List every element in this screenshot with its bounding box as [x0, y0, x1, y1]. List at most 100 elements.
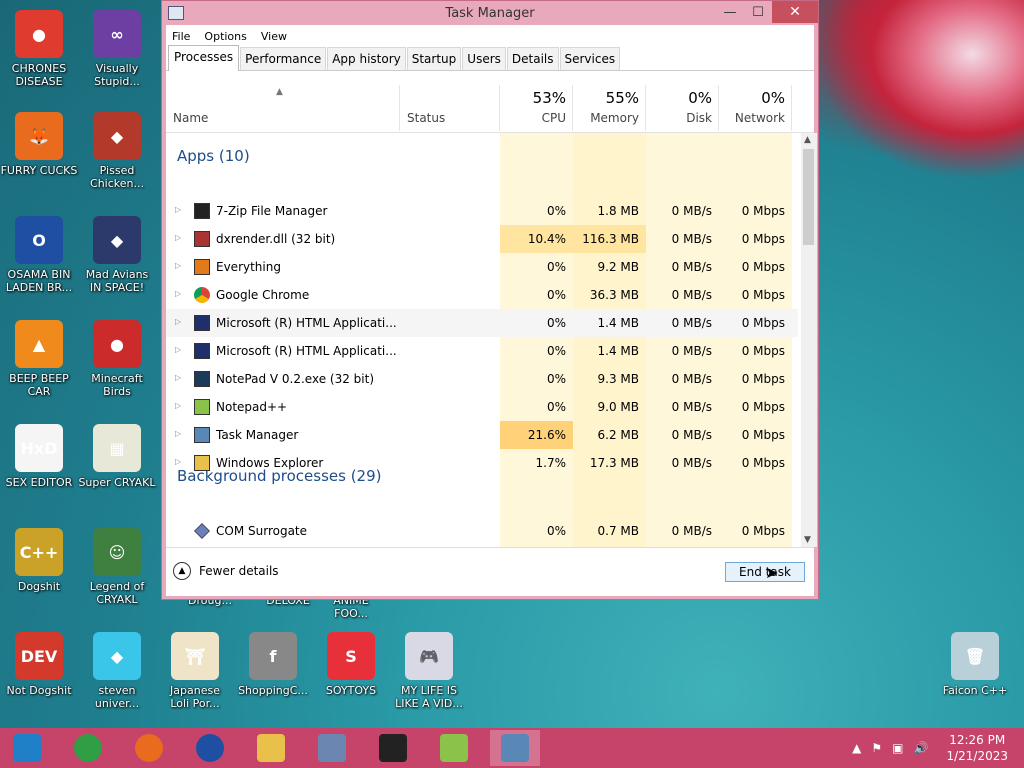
cell-disk: 0 MB/s	[671, 316, 712, 330]
minimize-button[interactable]: —	[716, 1, 744, 23]
taskbar-item-7z[interactable]	[368, 730, 418, 766]
cell-mem: 1.8 MB	[597, 204, 639, 218]
cell-cpu: 0%	[546, 316, 566, 330]
table-row[interactable]: ▷ 7-Zip File Manager 0% 1.8 MB 0 MB/s 0 Mbps	[166, 197, 798, 225]
column-disk[interactable]: 0% Disk	[646, 85, 719, 131]
chrome-icon	[194, 287, 210, 303]
table-row[interactable]: ▷ Notepad++ 0% 9.0 MB 0 MB/s 0 Mbps	[166, 393, 798, 421]
scroll-thumb[interactable]	[803, 149, 814, 245]
network-tray-icon[interactable]: ▣	[892, 741, 903, 755]
maximize-button[interactable]: ☐	[744, 1, 772, 23]
expand-icon[interactable]: ▷	[175, 261, 181, 270]
expand-icon[interactable]: ▷	[175, 317, 181, 326]
tab-performance[interactable]: Performance	[240, 47, 327, 70]
cell-net: 0 Mbps	[741, 400, 785, 414]
expand-icon[interactable]: ▷	[175, 345, 181, 354]
desktop-icon[interactable]: HxD SEX EDITOR	[0, 424, 78, 489]
desktop-icon[interactable]: DEV Not Dogshit	[0, 632, 78, 697]
desktop-icon[interactable]: ● Minecraft Birds	[78, 320, 156, 398]
menu-options[interactable]: Options	[198, 30, 254, 43]
table-row[interactable]: ▷ Google Chrome 0% 36.3 MB 0 MB/s 0 Mbps	[166, 281, 798, 309]
desktop-icon[interactable]: ∞ Visually Stupid...	[78, 10, 156, 88]
expand-icon[interactable]: ▷	[175, 233, 181, 242]
desktop-icon[interactable]: f ShoppingC...	[234, 632, 312, 697]
scroll-up-icon[interactable]: ▲	[804, 135, 811, 145]
tab-processes[interactable]: Processes	[168, 45, 240, 71]
column-name[interactable]: ▲ Name	[166, 85, 400, 131]
clock[interactable]: 12:26 PM 1/21/2023	[946, 732, 1008, 764]
cell-net: 0 Mbps	[741, 288, 785, 302]
expand-icon[interactable]: ▷	[175, 289, 181, 298]
desktop-icon[interactable]: ▲ BEEP BEEP CAR	[0, 320, 78, 398]
firefox-icon	[135, 734, 163, 762]
desktop-icon-label: Not Dogshit	[6, 684, 72, 697]
desktop-icon[interactable]: ▦ Super CRYAKL	[78, 424, 156, 489]
taskbar-item-folder[interactable]	[246, 730, 296, 766]
tab-details[interactable]: Details	[506, 47, 559, 70]
tab-app-history[interactable]: App history	[327, 47, 406, 70]
desktop-icon[interactable]: ◆ Mad Avians IN SPACE!	[78, 216, 156, 294]
column-memory[interactable]: 55% Memory	[573, 85, 646, 131]
taskbar-item-network[interactable]	[307, 730, 357, 766]
column-cpu[interactable]: 53% CPU	[500, 85, 573, 131]
desktop-icon[interactable]: 🦊 FURRY CUCKS	[0, 112, 78, 177]
table-row[interactable]: ▷ dxrender.dll (32 bit) 10.4% 116.3 MB 0 MB/…	[166, 225, 798, 253]
taskbar-item-chrome[interactable]	[63, 730, 113, 766]
desktop-icon[interactable]: C++ Dogshit	[0, 528, 78, 593]
desktop-icon[interactable]: ☺ Legend of CRYAKL	[78, 528, 156, 606]
window-icon	[194, 315, 210, 331]
menu-view[interactable]: View	[255, 30, 295, 43]
table-row[interactable]: ▷ Windows Explorer 1.7% 17.3 MB 0 MB/s 0 Mbps	[166, 449, 798, 477]
flag-icon[interactable]: ⚑	[871, 741, 882, 755]
group-apps[interactable]: Apps (10)	[177, 147, 250, 165]
expand-icon[interactable]: ▷	[175, 205, 181, 214]
taskbar-item-task-manager[interactable]	[490, 730, 540, 766]
desktop-icon[interactable]: 🎮 MY LIFE IS LIKE A VID...	[390, 632, 468, 710]
desktop-icon[interactable]: S SOYTOYS	[312, 632, 390, 697]
close-button[interactable]: ✕	[772, 1, 818, 23]
desktop-icon[interactable]: ◆ Pissed Chicken...	[78, 112, 156, 190]
tab-users[interactable]: Users	[462, 47, 506, 70]
desktop-icon[interactable]: ◆ steven univer...	[78, 632, 156, 710]
tab-services[interactable]: Services	[559, 47, 621, 70]
table-row[interactable]: ▷ Microsoft (R) HTML Applicati... 0% 1.4 MB…	[166, 309, 798, 337]
expand-icon[interactable]: ▷	[175, 457, 181, 466]
title-bar[interactable]: Task Manager — ☐ ✕	[162, 1, 818, 25]
desktop-icon[interactable]: 🗑 Faicon C++	[936, 632, 1014, 697]
desktop-icon-label: SEX EDITOR	[5, 476, 73, 489]
window-icon	[194, 343, 210, 359]
desktop-icon-label: FURRY CUCKS	[0, 164, 78, 177]
taskbar-item-ie[interactable]	[2, 730, 52, 766]
expand-icon[interactable]: ▷	[175, 429, 181, 438]
obama-icon	[196, 734, 224, 762]
fewer-details-button[interactable]: ▲ Fewer details	[173, 562, 279, 580]
menu-bar: File Options View	[166, 25, 814, 47]
expand-icon[interactable]: ▷	[175, 401, 181, 410]
cell-mem: 1.4 MB	[597, 316, 639, 330]
volume-icon[interactable]: 🔊	[914, 741, 929, 755]
app-icon: ☺	[93, 528, 141, 576]
taskbar-item-obama[interactable]	[185, 730, 235, 766]
table-row[interactable]: ▷ Everything 0% 9.2 MB 0 MB/s 0 Mbps	[166, 253, 798, 281]
show-hidden-icons-icon[interactable]: ▲	[852, 741, 861, 755]
table-row[interactable]: ▷ Task Manager 21.6% 6.2 MB 0 MB/s 0 Mbps	[166, 421, 798, 449]
column-status[interactable]: Status	[400, 85, 500, 131]
desktop-icon[interactable]: ⛩ Japanese Loli Por...	[156, 632, 234, 710]
footer: ▲ Fewer details End task	[166, 547, 814, 596]
desktop-icon[interactable]: O OSAMA BIN LADEN BR...	[0, 216, 78, 294]
vertical-scrollbar[interactable]: ▲ ▼	[801, 133, 817, 547]
cell-mem: 6.2 MB	[597, 428, 639, 442]
table-row[interactable]: COM Surrogate 0% 0.7 MB 0 MB/s 0 Mbps	[166, 517, 798, 545]
expand-icon[interactable]: ▷	[175, 373, 181, 382]
scroll-down-icon[interactable]: ▼	[804, 535, 811, 545]
taskbar-item-notepadpp[interactable]	[429, 730, 479, 766]
menu-file[interactable]: File	[166, 30, 198, 43]
taskbar-item-firefox[interactable]	[124, 730, 174, 766]
desktop-icon[interactable]: ● CHRONES DISEASE	[0, 10, 78, 88]
table-row[interactable]: ▷ NotePad V 0.2.exe (32 bit) 0% 9.3 MB 0 MB/…	[166, 365, 798, 393]
tab-startup[interactable]: Startup	[406, 47, 462, 70]
table-row[interactable]: ▷ Microsoft (R) HTML Applicati... 0% 1.4 MB…	[166, 337, 798, 365]
7z-icon	[194, 203, 210, 219]
clock-time: 12:26 PM	[949, 733, 1006, 747]
column-network[interactable]: 0% Network	[719, 85, 792, 131]
